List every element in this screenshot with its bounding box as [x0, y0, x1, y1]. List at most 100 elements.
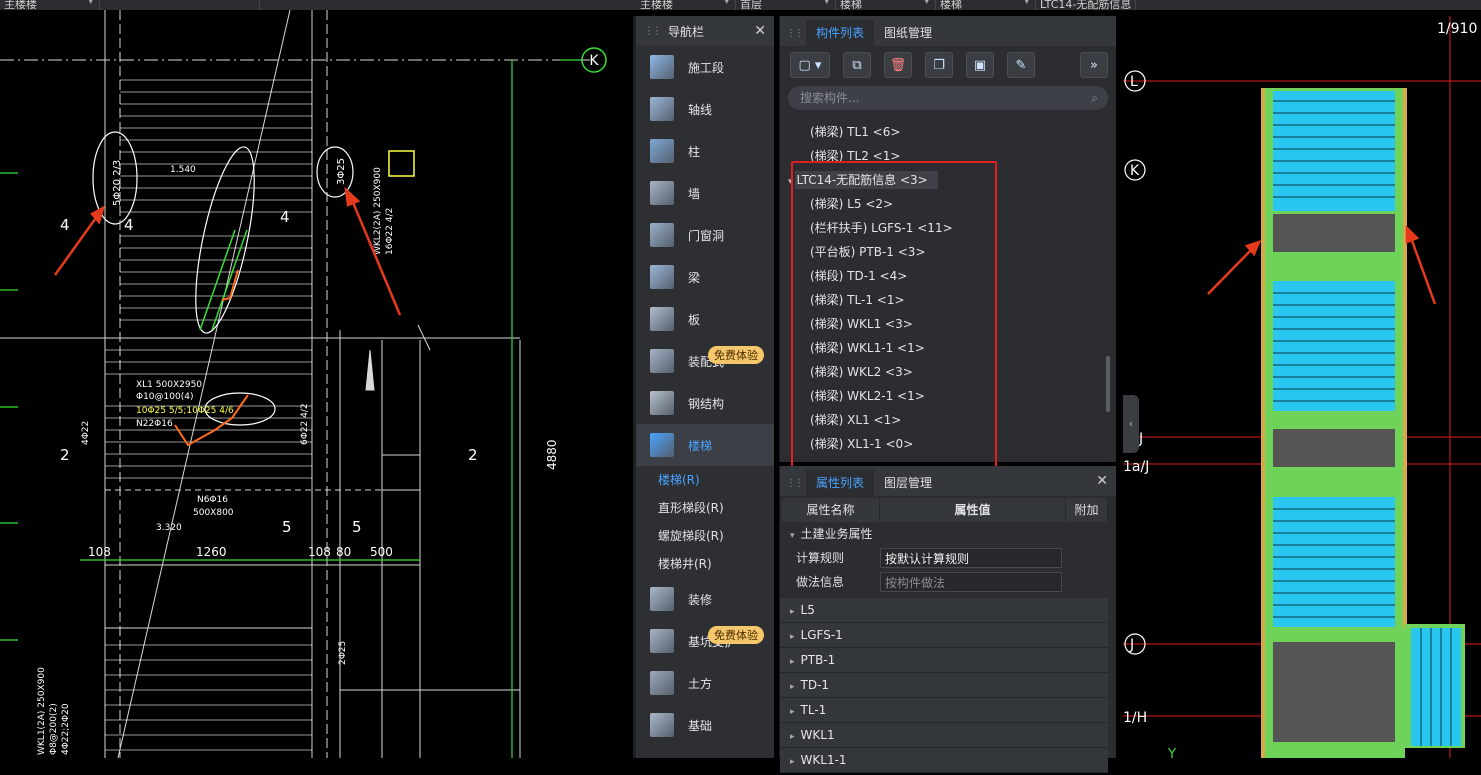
- nav-item[interactable]: 钢结构: [636, 382, 774, 424]
- property-tabbar: ⋮⋮ 属性列表 图层管理 ✕: [780, 466, 1116, 496]
- drag-grip-icon[interactable]: ⋮⋮: [786, 478, 804, 489]
- nav-item[interactable]: 装修: [636, 578, 774, 620]
- tab-property-list[interactable]: 属性列表: [806, 470, 875, 496]
- trash-icon: 🗑: [889, 57, 907, 73]
- tab-component-list[interactable]: 构件列表: [806, 20, 875, 46]
- nav-item-label: 墙: [688, 186, 701, 201]
- nav-item[interactable]: 梁: [636, 256, 774, 298]
- wall-icon: [650, 181, 674, 205]
- copy-icon: ⧉: [852, 57, 862, 73]
- tree-scrollbar[interactable]: [1106, 356, 1110, 412]
- cad-annotation: 80: [336, 545, 351, 559]
- tab-drawing-management[interactable]: 图纸管理: [874, 20, 942, 46]
- property-section[interactable]: ▾ 土建业务属性: [780, 522, 1116, 546]
- nav-item[interactable]: 柱: [636, 130, 774, 172]
- free-trial-badge[interactable]: 免费体验: [708, 626, 764, 644]
- edit-button[interactable]: ✎: [1007, 52, 1035, 78]
- property-group-row[interactable]: ▸ TL-1: [780, 698, 1108, 723]
- nav-item-label: 施工段: [688, 60, 725, 75]
- copy-component-button[interactable]: ⧉: [843, 52, 871, 78]
- dropdown-value: 楼梯: [940, 0, 962, 10]
- property-group-label: LGFS-1: [800, 628, 843, 642]
- nav-item[interactable]: 墙: [636, 172, 774, 214]
- tree-item[interactable]: (梯梁) TL1 <6>: [780, 120, 1100, 144]
- search-icon[interactable]: ⌕: [1091, 86, 1098, 110]
- component-search-input[interactable]: 搜索构件... ⌕: [788, 86, 1108, 110]
- dropdown-value: 主楼楼: [640, 0, 673, 10]
- component-dropdown[interactable]: LTC14-无配筋信息: [1036, 0, 1136, 10]
- save-icon: ▣: [973, 57, 987, 73]
- floor-dropdown-2[interactable]: 首层 ▾: [736, 0, 836, 10]
- nav-item-list: 施工段轴线柱墙门窗洞梁板装配式 免费体验 钢结构楼梯: [636, 46, 774, 466]
- cad-annotation: 3Φ25: [336, 158, 347, 185]
- property-group-row[interactable]: ▸ L5: [780, 598, 1108, 623]
- building-dropdown[interactable]: 主楼楼 ▾: [636, 0, 736, 10]
- cad-annotation: N6Φ16: [197, 495, 228, 505]
- nav-item-label: 楼梯: [688, 438, 713, 453]
- property-group-label: WKL1-1: [800, 753, 847, 767]
- property-group-row[interactable]: ▸ PTB-1: [780, 648, 1108, 673]
- subtype-dropdown[interactable]: 楼梯 ▾: [936, 0, 1036, 10]
- cad-annotation: WKL2(2A) 250X900: [373, 167, 383, 255]
- property-group-row[interactable]: ▸ TD-1: [780, 673, 1108, 698]
- close-icon[interactable]: ✕: [1096, 473, 1108, 489]
- layer-dropdown[interactable]: [100, 0, 260, 10]
- nav-item[interactable]: 楼梯: [636, 424, 774, 466]
- cad-annotation: 4: [124, 216, 134, 234]
- nav-item-label: 门窗洞: [688, 228, 725, 243]
- type-dropdown[interactable]: 楼梯 ▾: [836, 0, 936, 10]
- nav-item[interactable]: 施工段: [636, 46, 774, 88]
- free-trial-badge[interactable]: 免费体验: [708, 346, 764, 364]
- nav-item[interactable]: 门窗洞: [636, 214, 774, 256]
- property-panel: ⋮⋮ 属性列表 图层管理 ✕ 属性名称 属性值 附加 ▾ 土建业务属性 计算规则 …: [779, 466, 1116, 773]
- nav-item[interactable]: 土方: [636, 662, 774, 704]
- floor-dropdown[interactable]: 主楼楼 ▾: [0, 0, 100, 10]
- nav-item-label: 板: [688, 312, 701, 327]
- nav-sub-item[interactable]: 楼梯井(R): [636, 550, 774, 578]
- nav-item[interactable]: 装配式 免费体验: [636, 340, 774, 382]
- construction-section-icon: [650, 55, 674, 79]
- new-component-button[interactable]: ▢ ▾: [790, 52, 830, 78]
- property-table-header: 属性名称 属性值 附加: [782, 498, 1108, 522]
- nav-panel-header: ⋮⋮ 导航栏 ✕: [636, 16, 774, 46]
- model-view-canvas[interactable]: L K J 1a/J J 1/H 1/910 Y: [1123, 16, 1481, 758]
- delete-component-button[interactable]: 🗑: [884, 52, 912, 78]
- steel-structure-icon: [650, 391, 674, 415]
- axis-label: 1/H: [1123, 710, 1147, 726]
- layer-copy-button[interactable]: ❐: [925, 52, 953, 78]
- edit-icon: ✎: [1015, 57, 1027, 73]
- property-group-row[interactable]: ▸ LGFS-1: [780, 623, 1108, 648]
- stairs-icon: [650, 433, 674, 457]
- drag-grip-icon[interactable]: ⋮⋮: [786, 28, 804, 39]
- cad-annotation: WKL1(2A) 250X900: [37, 667, 47, 755]
- nav-item[interactable]: 轴线: [636, 88, 774, 130]
- chevron-left-icon: ‹: [1128, 417, 1134, 430]
- property-row: 做法信息 按构件做法: [780, 570, 1116, 594]
- property-group-label: TD-1: [800, 678, 830, 692]
- chevron-down-icon: ▾: [790, 531, 795, 541]
- nav-item-label: 柱: [688, 144, 701, 159]
- save-template-button[interactable]: ▣: [966, 52, 994, 78]
- panel-collapse-handle[interactable]: ‹: [1123, 395, 1139, 453]
- nav-item[interactable]: 基础: [636, 704, 774, 746]
- property-group-row[interactable]: ▸ WKL1: [780, 723, 1108, 748]
- more-tools-button[interactable]: »: [1080, 52, 1108, 78]
- tab-layer-management[interactable]: 图层管理: [874, 470, 942, 496]
- top-dropdown-strip: 主楼楼 ▾ 主楼楼 ▾ 首层 ▾ 楼梯 ▾ 楼梯 ▾ LTC14-无配筋信息: [0, 0, 1481, 10]
- property-group-label: PTB-1: [800, 653, 836, 667]
- nav-item[interactable]: 基坑支护免费体验: [636, 620, 774, 662]
- property-value-field[interactable]: 按构件做法: [880, 572, 1062, 592]
- nav-sub-item[interactable]: 螺旋梯段(R): [636, 522, 774, 550]
- drag-grip-icon[interactable]: ⋮⋮: [644, 26, 662, 37]
- nav-item[interactable]: 板: [636, 298, 774, 340]
- property-group-row[interactable]: ▸ WKL1-1: [780, 748, 1108, 773]
- nav-sub-item[interactable]: 直形梯段(R): [636, 494, 774, 522]
- navigation-panel: ⋮⋮ 导航栏 ✕ 施工段轴线柱墙门窗洞梁板装配式 免费体验 钢结构楼梯 楼梯(R) 直…: [633, 16, 774, 758]
- nav-sub-item[interactable]: 楼梯(R): [636, 466, 774, 494]
- close-icon[interactable]: ✕: [754, 23, 766, 39]
- column-header: 附加: [1066, 498, 1108, 522]
- property-value-field[interactable]: 按默认计算规则: [880, 548, 1062, 568]
- axis-label-k: K: [589, 53, 599, 69]
- chevron-down-icon: ▾: [824, 0, 829, 7]
- cad-drawing-canvas[interactable]: K 5Φ20 2/3 3Φ25 1.540 4 4 4 2 2 5 5 108 …: [0, 10, 633, 758]
